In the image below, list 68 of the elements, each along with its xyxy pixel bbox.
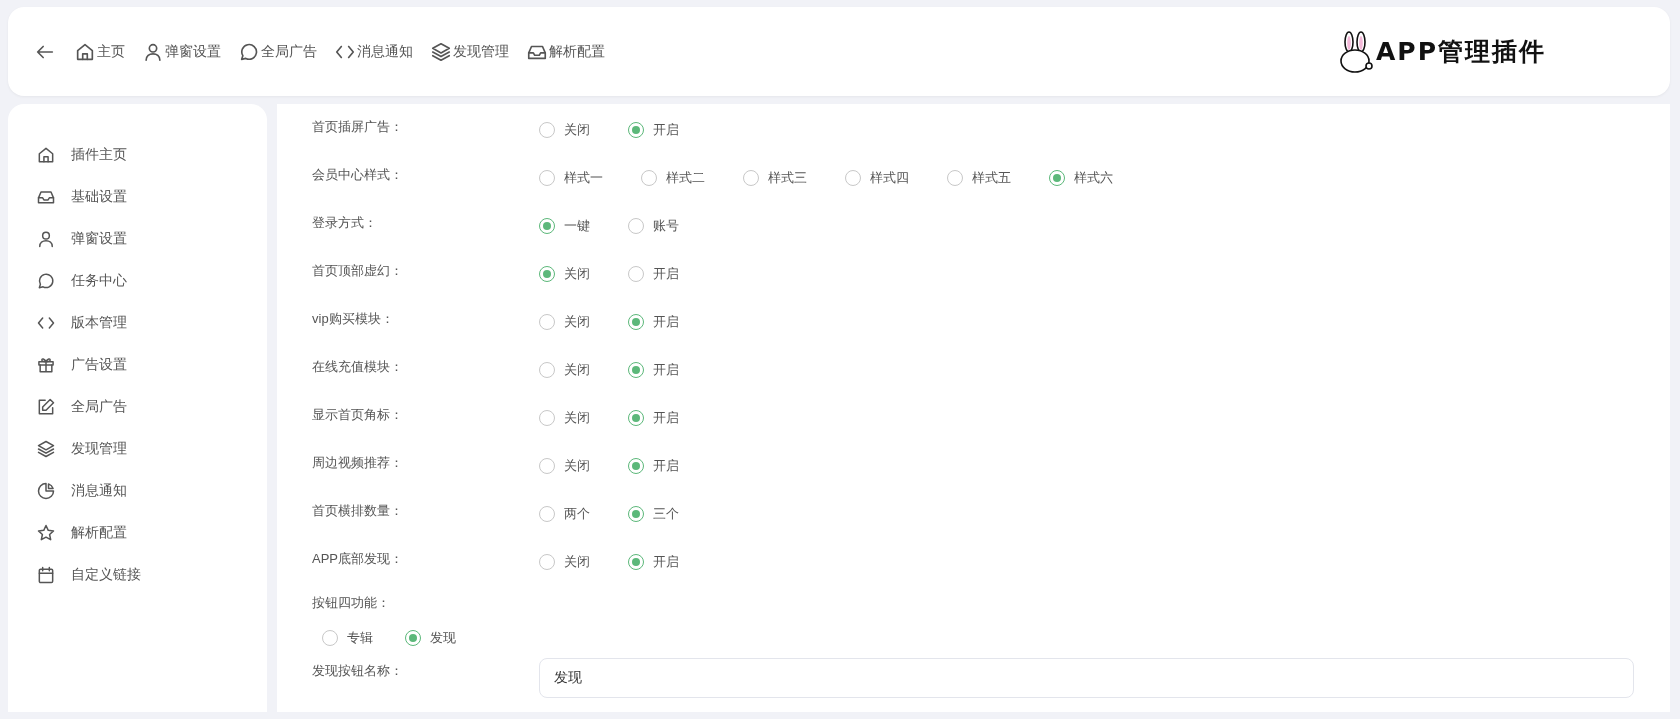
sidebar-item[interactable]: 版本管理 bbox=[36, 302, 267, 344]
radio-option[interactable]: 样式一 bbox=[539, 169, 603, 187]
calendar-icon bbox=[36, 565, 56, 585]
setting-label: 首页横排数量： bbox=[312, 502, 404, 520]
nav-link[interactable]: 全局广告 bbox=[238, 40, 317, 63]
bunny-logo-icon bbox=[1338, 29, 1374, 74]
sidebar-item[interactable]: 全局广告 bbox=[36, 386, 267, 428]
radio-option[interactable]: 样式二 bbox=[641, 169, 705, 187]
sidebar-item[interactable]: 基础设置 bbox=[36, 176, 267, 218]
radio-option[interactable]: 样式三 bbox=[743, 169, 807, 187]
sidebar-item[interactable]: 自定义链接 bbox=[36, 554, 267, 596]
chat-bubble-icon bbox=[36, 271, 56, 291]
radio-option[interactable]: 开启 bbox=[628, 361, 679, 379]
radio-option[interactable]: 开启 bbox=[628, 409, 679, 427]
radio-option[interactable]: 一键 bbox=[539, 217, 590, 235]
input-field[interactable]: 发现 bbox=[539, 658, 1634, 698]
radio-option[interactable]: 关闭 bbox=[539, 409, 590, 427]
edit-icon bbox=[36, 397, 56, 417]
radio-option[interactable]: 开启 bbox=[628, 457, 679, 475]
nav-link[interactable]: 主页 bbox=[74, 40, 125, 63]
logo-title: APP管理插件 bbox=[1376, 36, 1546, 68]
sidebar-item[interactable]: 消息通知 bbox=[36, 470, 267, 512]
nav-link[interactable]: 弹窗设置 bbox=[142, 40, 221, 63]
setting-label: 首页顶部虚幻： bbox=[312, 262, 404, 280]
radio-option[interactable]: 样式四 bbox=[845, 169, 909, 187]
radio-option[interactable]: 关闭 bbox=[539, 313, 590, 331]
gift-icon bbox=[36, 355, 56, 375]
radio-option[interactable]: 发现 bbox=[405, 629, 456, 647]
sidebar-item[interactable]: 弹窗设置 bbox=[36, 218, 267, 260]
setting-label: 首页插屏广告： bbox=[312, 118, 404, 136]
sidebar-item[interactable]: 发现管理 bbox=[36, 428, 267, 470]
radio-option[interactable]: 关闭 bbox=[539, 265, 590, 283]
layers-icon bbox=[430, 40, 452, 63]
star-icon bbox=[36, 523, 56, 543]
setting-label: 登录方式： bbox=[312, 214, 378, 232]
nav-link[interactable]: 消息通知 bbox=[334, 40, 413, 63]
setting-label: 按钮四功能： bbox=[312, 594, 391, 612]
setting-label: 显示首页角标： bbox=[312, 406, 404, 424]
setting-label: APP底部发现： bbox=[312, 550, 404, 568]
setting-label: 发现按钮名称： bbox=[312, 662, 404, 680]
radio-option[interactable]: 关闭 bbox=[539, 553, 590, 571]
setting-label: 周边视频推荐： bbox=[312, 454, 404, 472]
radio-option[interactable]: 三个 bbox=[628, 505, 679, 523]
sidebar-item[interactable]: 插件主页 bbox=[36, 134, 267, 176]
setting-label: 在线充值模块： bbox=[312, 358, 404, 376]
layers-icon bbox=[36, 439, 56, 459]
setting-label: 会员中心样式： bbox=[312, 166, 404, 184]
radio-option[interactable]: 两个 bbox=[539, 505, 590, 523]
radio-option[interactable]: 关闭 bbox=[539, 121, 590, 139]
radio-option[interactable]: 专辑 bbox=[322, 629, 373, 647]
radio-option[interactable]: 样式五 bbox=[947, 169, 1011, 187]
user-icon bbox=[36, 229, 56, 249]
setting-label: vip购买模块： bbox=[312, 310, 395, 328]
radio-option[interactable]: 账号 bbox=[628, 217, 679, 235]
home-icon bbox=[36, 145, 56, 165]
sidebar-item[interactable]: 任务中心 bbox=[36, 260, 267, 302]
radio-option[interactable]: 开启 bbox=[628, 553, 679, 571]
sidebar-item[interactable]: 广告设置 bbox=[36, 344, 267, 386]
radio-option[interactable]: 开启 bbox=[628, 265, 679, 283]
sidebar-item[interactable]: 解析配置 bbox=[36, 512, 267, 554]
pie-chart-icon bbox=[36, 481, 56, 501]
nav-link[interactable]: 解析配置 bbox=[526, 40, 605, 63]
radio-option[interactable]: 关闭 bbox=[539, 361, 590, 379]
radio-option[interactable]: 开启 bbox=[628, 121, 679, 139]
radio-option[interactable]: 样式六 bbox=[1049, 169, 1113, 187]
nav-link[interactable]: 发现管理 bbox=[430, 40, 509, 63]
radio-option[interactable]: 关闭 bbox=[539, 457, 590, 475]
radio-option[interactable]: 开启 bbox=[628, 313, 679, 331]
